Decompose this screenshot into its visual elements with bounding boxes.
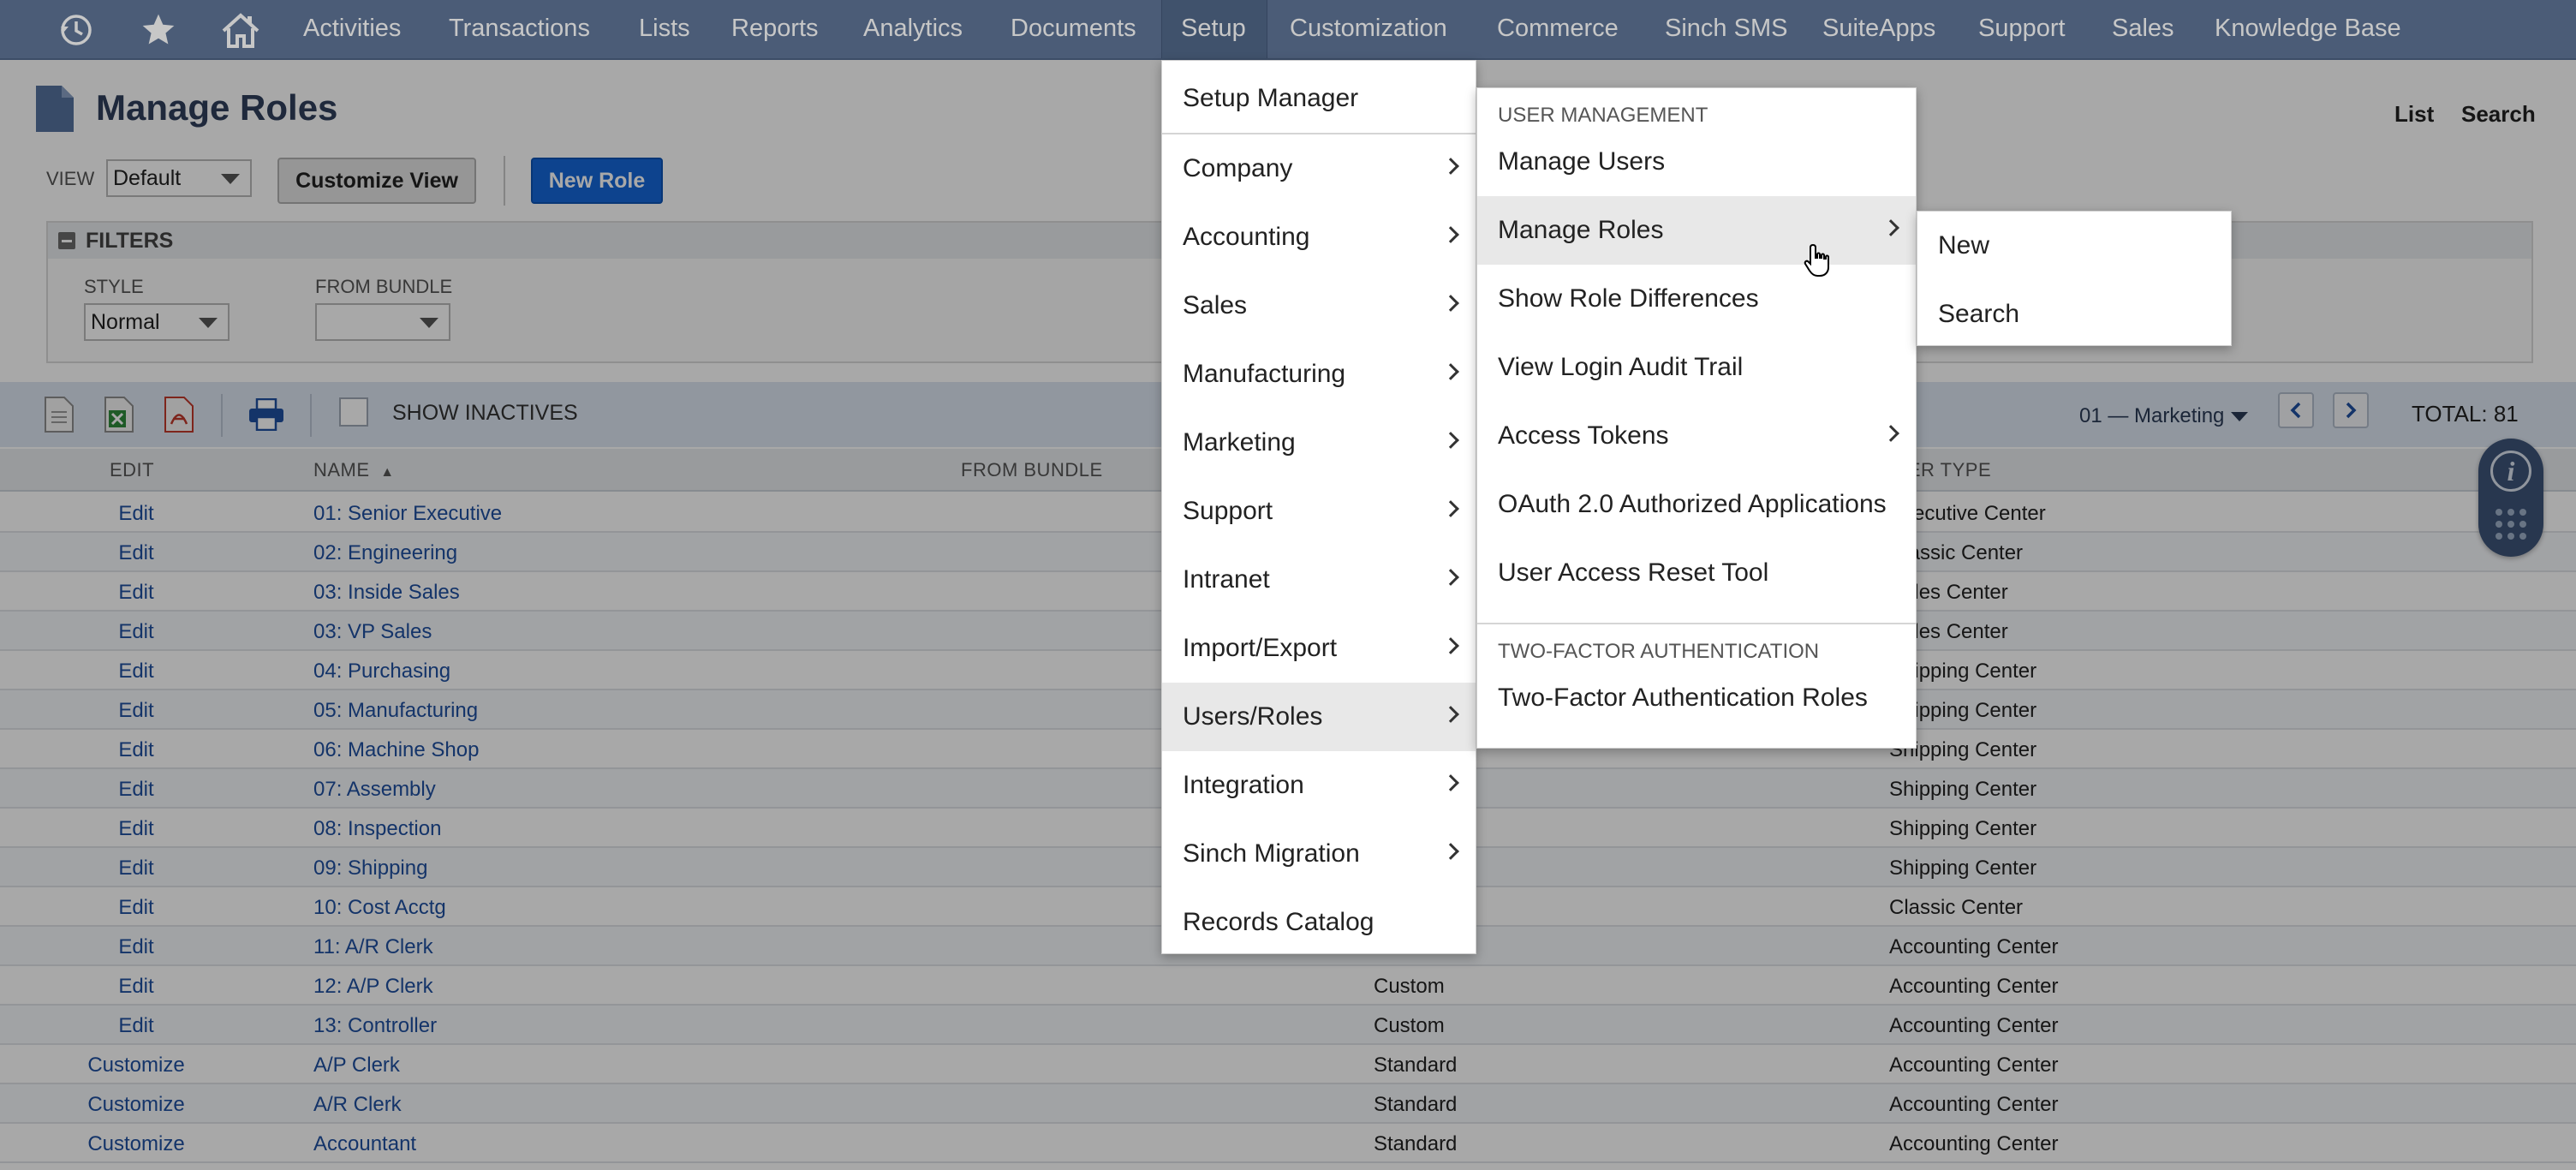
menu-item-sales[interactable]: Sales bbox=[1162, 272, 1476, 340]
menu-item-show-role-differences[interactable]: Show Role Differences bbox=[1477, 265, 1916, 333]
hand-pointer-icon bbox=[1804, 243, 1833, 282]
menu-item-support[interactable]: Support bbox=[1162, 477, 1476, 546]
menu-backdrop-nav bbox=[0, 0, 2576, 60]
chevron-right-icon bbox=[1442, 500, 1459, 517]
menu-item-records-catalog[interactable]: Records Catalog bbox=[1162, 888, 1476, 957]
menu-item-setup-manager[interactable]: Setup Manager bbox=[1162, 64, 1476, 133]
menu-item-manage-roles[interactable]: Manage Roles bbox=[1477, 196, 1916, 265]
menu-item-access-tokens[interactable]: Access Tokens bbox=[1477, 402, 1916, 470]
menu-item-two-factor-roles[interactable]: Two-Factor Authentication Roles bbox=[1477, 664, 1916, 732]
chevron-right-icon bbox=[1882, 219, 1899, 236]
chevron-right-icon bbox=[1442, 774, 1459, 791]
chevron-right-icon bbox=[1442, 363, 1459, 380]
chevron-right-icon bbox=[1442, 432, 1459, 449]
menu-item-marketing[interactable]: Marketing bbox=[1162, 409, 1476, 477]
section-header-user-management: USER MANAGEMENT bbox=[1498, 104, 1708, 127]
menu-item-view-login-audit-trail[interactable]: View Login Audit Trail bbox=[1477, 333, 1916, 402]
setup-menu: Setup Manager Company Accounting Sales M… bbox=[1161, 60, 1476, 954]
menu-item-new-role[interactable]: New bbox=[1917, 212, 2231, 280]
menu-divider bbox=[1477, 623, 1916, 624]
menu-item-user-access-reset-tool[interactable]: User Access Reset Tool bbox=[1477, 539, 1916, 607]
chevron-right-icon bbox=[1442, 158, 1459, 175]
chevron-right-icon bbox=[1442, 295, 1459, 312]
chevron-right-icon bbox=[1442, 637, 1459, 654]
manage-roles-submenu: New Search bbox=[1917, 211, 2232, 346]
menu-item-company[interactable]: Company bbox=[1162, 134, 1476, 203]
menu-item-manufacturing[interactable]: Manufacturing bbox=[1162, 340, 1476, 409]
chevron-right-icon bbox=[1442, 569, 1459, 586]
menu-item-accounting[interactable]: Accounting bbox=[1162, 203, 1476, 272]
menu-item-search-roles[interactable]: Search bbox=[1917, 280, 2231, 349]
chevron-right-icon bbox=[1882, 425, 1899, 442]
menu-item-integration[interactable]: Integration bbox=[1162, 751, 1476, 820]
users-roles-submenu: USER MANAGEMENT Manage Users Manage Role… bbox=[1476, 87, 1917, 749]
chevron-right-icon bbox=[1442, 226, 1459, 243]
menu-item-intranet[interactable]: Intranet bbox=[1162, 546, 1476, 614]
chevron-right-icon bbox=[1442, 706, 1459, 723]
section-header-two-factor: TWO-FACTOR AUTHENTICATION bbox=[1498, 640, 1820, 663]
menu-item-oauth-authorized-apps[interactable]: OAuth 2.0 Authorized Applications bbox=[1477, 470, 1916, 539]
chevron-right-icon bbox=[1442, 843, 1459, 860]
menu-item-import-export[interactable]: Import/Export bbox=[1162, 614, 1476, 683]
menu-item-sinch-migration[interactable]: Sinch Migration bbox=[1162, 820, 1476, 888]
menu-item-manage-users[interactable]: Manage Users bbox=[1477, 128, 1916, 196]
menu-item-users-roles[interactable]: Users/Roles bbox=[1162, 683, 1476, 751]
